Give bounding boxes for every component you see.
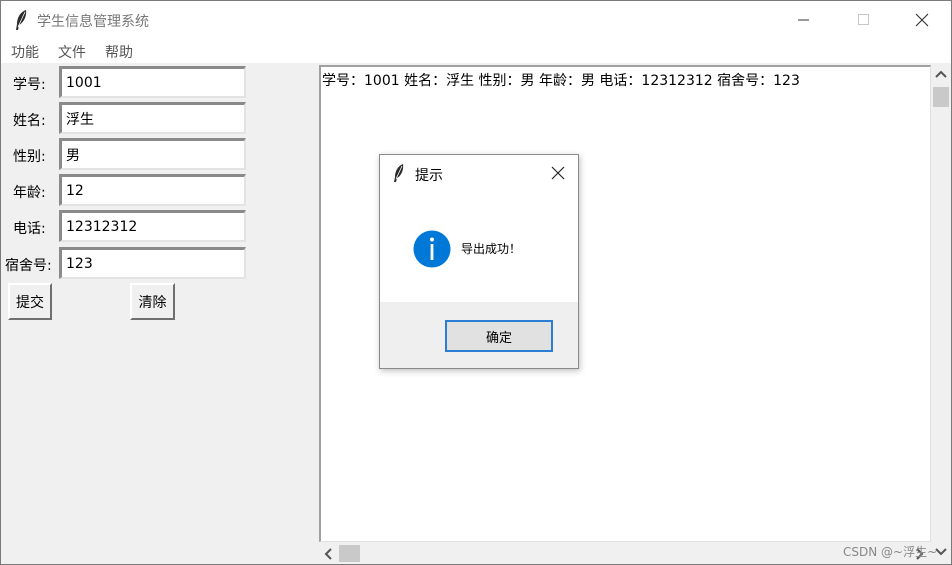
dorm-input[interactable] xyxy=(59,247,246,279)
info-icon xyxy=(413,230,451,268)
close-icon xyxy=(551,166,565,180)
window-title: 学生信息管理系统 xyxy=(37,14,149,30)
dialog-title: 提示 xyxy=(415,168,443,184)
gender-input[interactable] xyxy=(59,138,246,170)
maximize-button[interactable] xyxy=(841,1,887,39)
main-window: 学生信息管理系统 功能 文件 帮助 学号: 姓名: 性别: 年龄: 电话: 宿舍… xyxy=(0,0,952,565)
age-input[interactable] xyxy=(59,174,246,206)
scroll-left-icon[interactable] xyxy=(323,548,333,560)
minimize-button[interactable] xyxy=(781,1,827,39)
horizontal-scroll-thumb[interactable] xyxy=(339,545,360,562)
dialog-message: 导出成功！ xyxy=(461,242,522,256)
menu-help[interactable]: 帮助 xyxy=(105,42,133,62)
submit-button[interactable]: 提交 xyxy=(8,283,52,320)
age-label: 年龄: xyxy=(13,185,46,201)
vertical-scroll-thumb[interactable] xyxy=(933,87,949,107)
message-dialog: 提示 导出成功！ 确定 xyxy=(379,154,579,369)
dialog-close-button[interactable] xyxy=(544,161,572,185)
name-label: 姓名: xyxy=(13,113,46,129)
dorm-label: 宿舍号: xyxy=(5,258,52,274)
gender-label: 性别: xyxy=(13,149,46,165)
vertical-scrollbar[interactable] xyxy=(931,65,951,542)
output-record-line: 学号：1001 姓名：浮生 性别：男 年龄：男 电话：12312312 宿舍号：… xyxy=(322,73,800,89)
menu-bar: 功能 文件 帮助 xyxy=(1,39,951,63)
phone-label: 电话: xyxy=(13,221,46,237)
student-id-input[interactable] xyxy=(59,66,246,98)
menu-function[interactable]: 功能 xyxy=(11,42,39,62)
ok-button[interactable]: 确定 xyxy=(445,320,553,352)
feather-icon xyxy=(394,164,404,182)
watermark: CSDN @~浮生~ xyxy=(843,545,938,559)
maximize-icon xyxy=(858,14,869,25)
menu-file[interactable]: 文件 xyxy=(58,42,86,62)
phone-input[interactable] xyxy=(59,210,246,242)
close-icon xyxy=(915,13,929,27)
title-bar: 学生信息管理系统 xyxy=(1,1,951,39)
minimize-icon xyxy=(798,19,809,21)
feather-icon xyxy=(16,10,27,30)
student-id-label: 学号: xyxy=(13,77,46,93)
close-button[interactable] xyxy=(899,1,945,39)
horizontal-scrollbar[interactable] xyxy=(319,542,931,564)
name-input[interactable] xyxy=(59,102,246,134)
clear-button[interactable]: 清除 xyxy=(130,283,175,320)
scroll-up-icon[interactable] xyxy=(935,69,947,79)
dialog-footer: 确定 xyxy=(380,302,578,368)
